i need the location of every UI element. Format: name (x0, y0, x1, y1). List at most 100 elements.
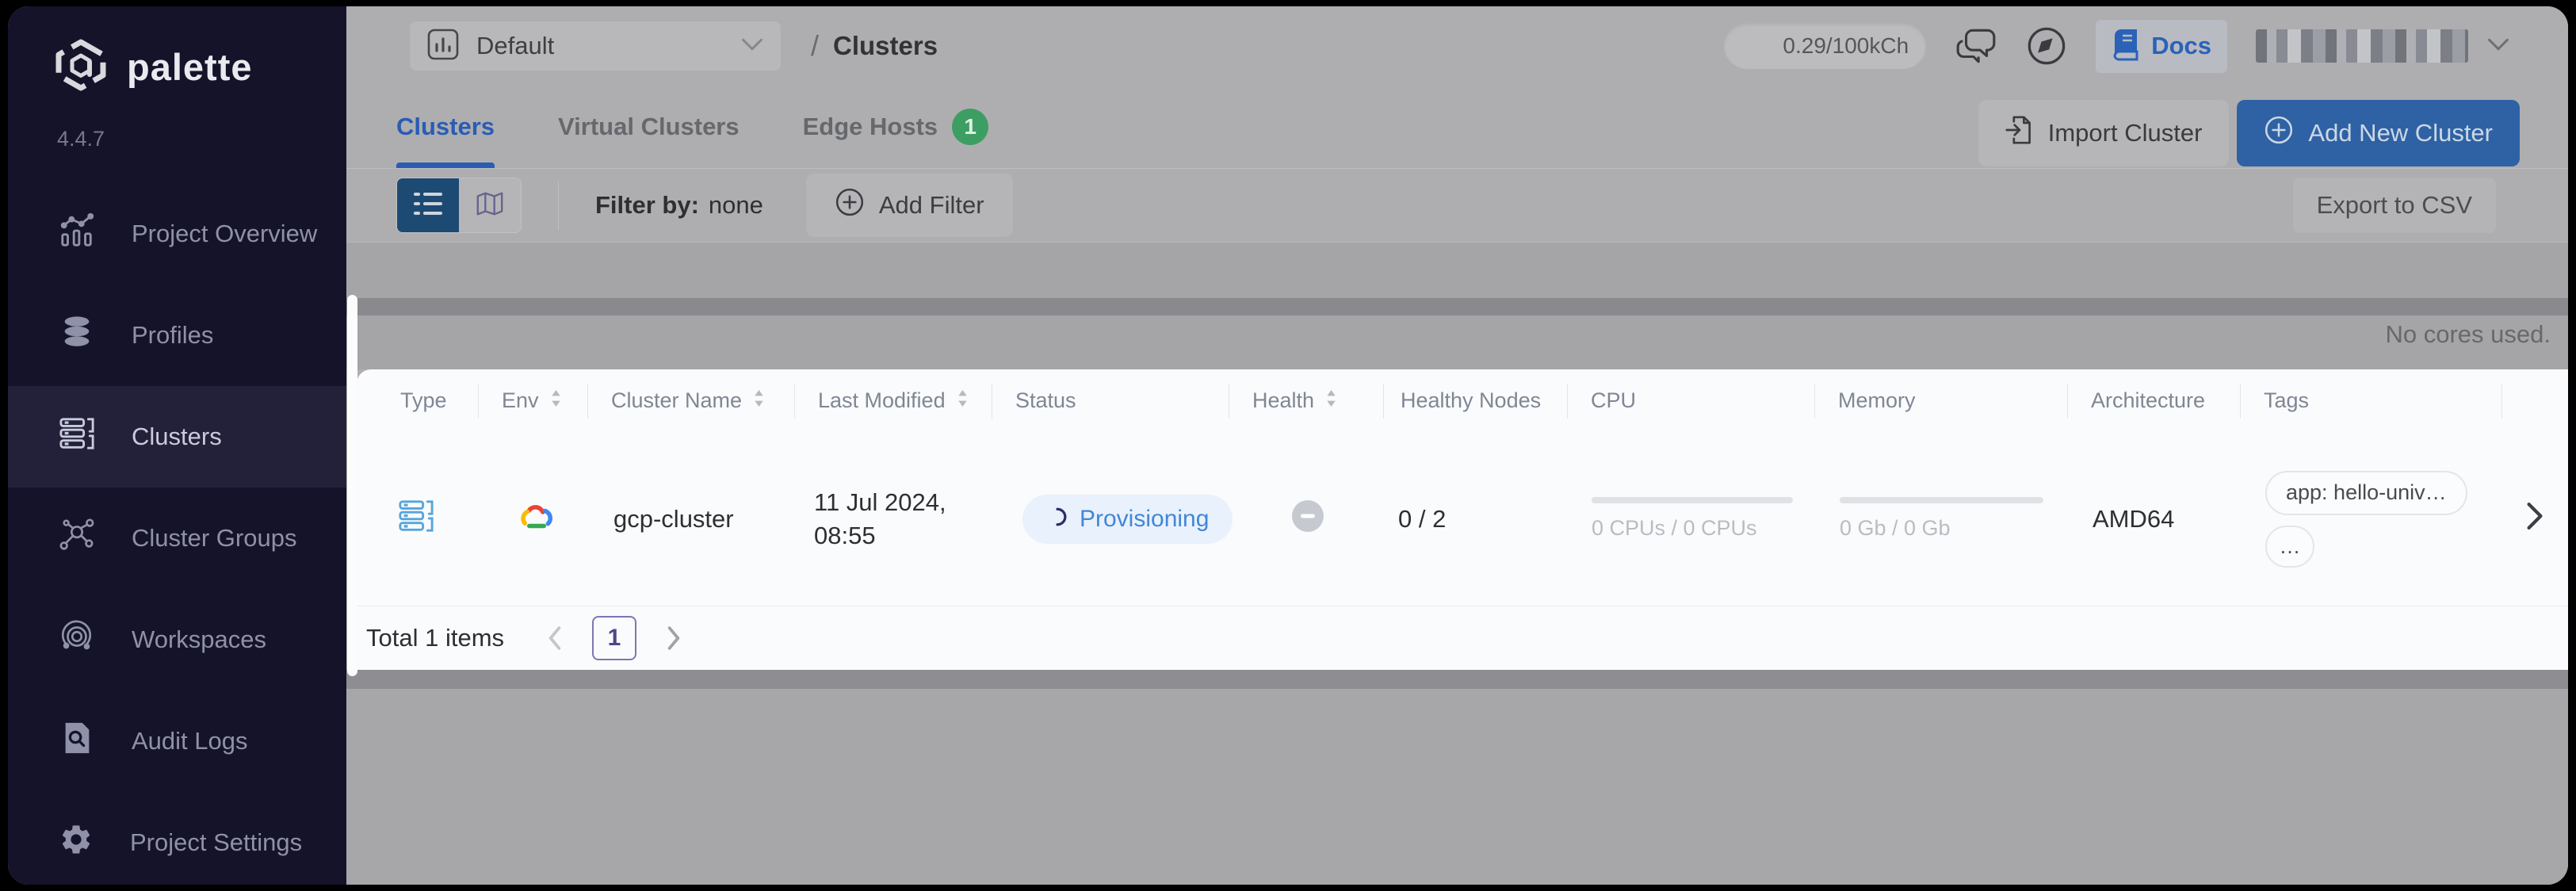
sidebar-item-project-overview[interactable]: Project Overview (8, 183, 346, 285)
cluster-type-icon (398, 498, 434, 541)
tab-virtual-clusters[interactable]: Virtual Clusters (558, 86, 740, 168)
cpu-cell: 0 CPUs / 0 CPUs (1567, 497, 1814, 541)
health-unknown-icon (1292, 500, 1324, 538)
chevron-down-icon (741, 38, 763, 55)
bar-chart-icon (59, 212, 95, 255)
filter-by-value: none (709, 191, 763, 220)
sidebar-item-label: Cluster Groups (132, 524, 296, 553)
export-csv-label: Export to CSV (2317, 191, 2472, 220)
last-modified-cell: 11 Jul 2024, 08:55 (794, 486, 992, 553)
tabs-bar: Clusters Virtual Clusters Edge Hosts 1 (346, 86, 2568, 169)
memory-cell: 0 Gb / 0 Gb (1814, 497, 2067, 541)
sort-icon (957, 388, 969, 413)
sidebar-item-label: Audit Logs (132, 727, 248, 755)
column-label: Status (1015, 388, 1076, 413)
column-header-healthy-nodes: Healthy Nodes (1383, 369, 1567, 432)
status-cell: Provisioning (992, 495, 1229, 544)
tag-chip[interactable]: app: hello-univ… (2265, 471, 2467, 515)
import-cluster-button[interactable]: Import Cluster (1978, 100, 2230, 166)
total-items-label: Total 1 items (366, 624, 504, 652)
add-new-cluster-button[interactable]: Add New Cluster (2237, 100, 2520, 166)
cluster-env-cell (478, 501, 587, 537)
compass-button[interactable] (2026, 25, 2067, 67)
chevron-down-icon (2487, 38, 2509, 55)
sort-icon (753, 388, 765, 413)
project-selector[interactable]: Default (410, 21, 781, 71)
import-cluster-label: Import Cluster (2048, 119, 2203, 147)
status-label: Provisioning (1080, 506, 1209, 533)
memory-usage-bar (1840, 497, 2043, 503)
column-header-architecture: Architecture (2067, 369, 2240, 432)
next-page-button[interactable] (667, 626, 681, 650)
sidebar-item-profiles[interactable]: Profiles (8, 285, 346, 386)
column-header-cpu: CPU (1567, 369, 1814, 432)
map-view-button[interactable] (459, 178, 521, 232)
sort-icon (1325, 388, 1337, 413)
sidebar-item-clusters[interactable]: Clusters (8, 386, 346, 488)
cpu-usage-bar (1592, 497, 1793, 503)
column-label: Memory (1838, 388, 1916, 413)
bottom-area (346, 689, 2568, 885)
sidebar-item-label: Project Settings (130, 828, 302, 857)
page-number-button[interactable]: 1 (592, 616, 636, 660)
plus-circle-icon (835, 187, 865, 224)
project-scope-icon (427, 29, 459, 64)
column-header-actions (2501, 369, 2568, 432)
more-tags-chip[interactable]: … (2265, 526, 2314, 568)
sidebar-item-project-settings[interactable]: Project Settings (8, 792, 346, 885)
tab-clusters[interactable]: Clusters (396, 86, 495, 168)
orbit-icon (59, 618, 95, 661)
column-label: CPU (1591, 388, 1636, 413)
map-icon (475, 189, 505, 222)
sidebar-item-label: Workspaces (132, 625, 266, 654)
sidebar-item-workspaces[interactable]: Workspaces (8, 589, 346, 690)
column-header-health[interactable]: Health (1229, 369, 1383, 432)
edge-hosts-count-badge: 1 (952, 109, 988, 145)
spinner-icon (1046, 505, 1067, 533)
clusters-table-panel: Type Env Cluster Name Last Modified Stat… (357, 369, 2568, 670)
previous-page-button[interactable] (548, 626, 562, 650)
table-row[interactable]: gcp-cluster 11 Jul 2024, 08:55 Provision… (357, 432, 2568, 606)
topbar-right: 0.29/100kCh (1724, 20, 2509, 73)
list-icon (412, 190, 444, 221)
export-csv-button[interactable]: Export to CSV (2293, 178, 2496, 233)
column-label: Last Modified (818, 388, 946, 413)
health-cell (1229, 500, 1383, 538)
horizontal-scrollbar-track (346, 298, 2568, 315)
column-header-type: Type (357, 369, 478, 432)
app-title: palette (127, 45, 253, 89)
main-content: Default / Clusters 0.29/100kCh (346, 6, 2568, 885)
last-modified-time: 08:55 (814, 519, 992, 553)
usage-badge: 0.29/100kCh (1724, 23, 1926, 69)
column-header-env[interactable]: Env (478, 369, 587, 432)
column-header-memory: Memory (1814, 369, 2067, 432)
content-band: No cores used. (346, 243, 2568, 369)
column-label: Env (502, 388, 539, 413)
sidebar-item-cluster-groups[interactable]: Cluster Groups (8, 488, 346, 589)
chevron-right-icon[interactable] (2526, 502, 2544, 537)
tab-edge-hosts[interactable]: Edge Hosts 1 (803, 86, 989, 168)
add-new-cluster-label: Add New Cluster (2308, 119, 2493, 147)
column-header-last-modified[interactable]: Last Modified (794, 369, 992, 432)
palette-logo[interactable]: palette (54, 38, 253, 96)
architecture-cell: AMD64 (2067, 505, 2240, 533)
filter-bar: Filter by: none Add Filter Export to CSV (346, 169, 2568, 243)
docs-button[interactable]: Docs (2096, 20, 2227, 73)
vertical-scrollbar[interactable] (347, 295, 357, 676)
audit-doc-icon (59, 720, 95, 763)
project-selector-value: Default (476, 32, 554, 60)
column-label: Tags (2264, 388, 2309, 413)
sidebar-item-label: Profiles (132, 321, 213, 350)
tab-label: Edge Hosts (803, 113, 938, 141)
column-header-cluster-name[interactable]: Cluster Name (587, 369, 794, 432)
list-view-button[interactable] (397, 178, 459, 232)
add-filter-label: Add Filter (879, 191, 984, 220)
cluster-actions: Import Cluster Add New Cluster (1978, 100, 2520, 166)
view-toggle (396, 178, 522, 233)
add-filter-button[interactable]: Add Filter (806, 174, 1013, 237)
chat-button[interactable] (1955, 28, 1997, 64)
user-menu[interactable] (2256, 29, 2509, 63)
sidebar-item-audit-logs[interactable]: Audit Logs (8, 690, 346, 792)
layers-icon (59, 314, 95, 357)
cores-usage-notice: No cores used. (2386, 320, 2551, 349)
